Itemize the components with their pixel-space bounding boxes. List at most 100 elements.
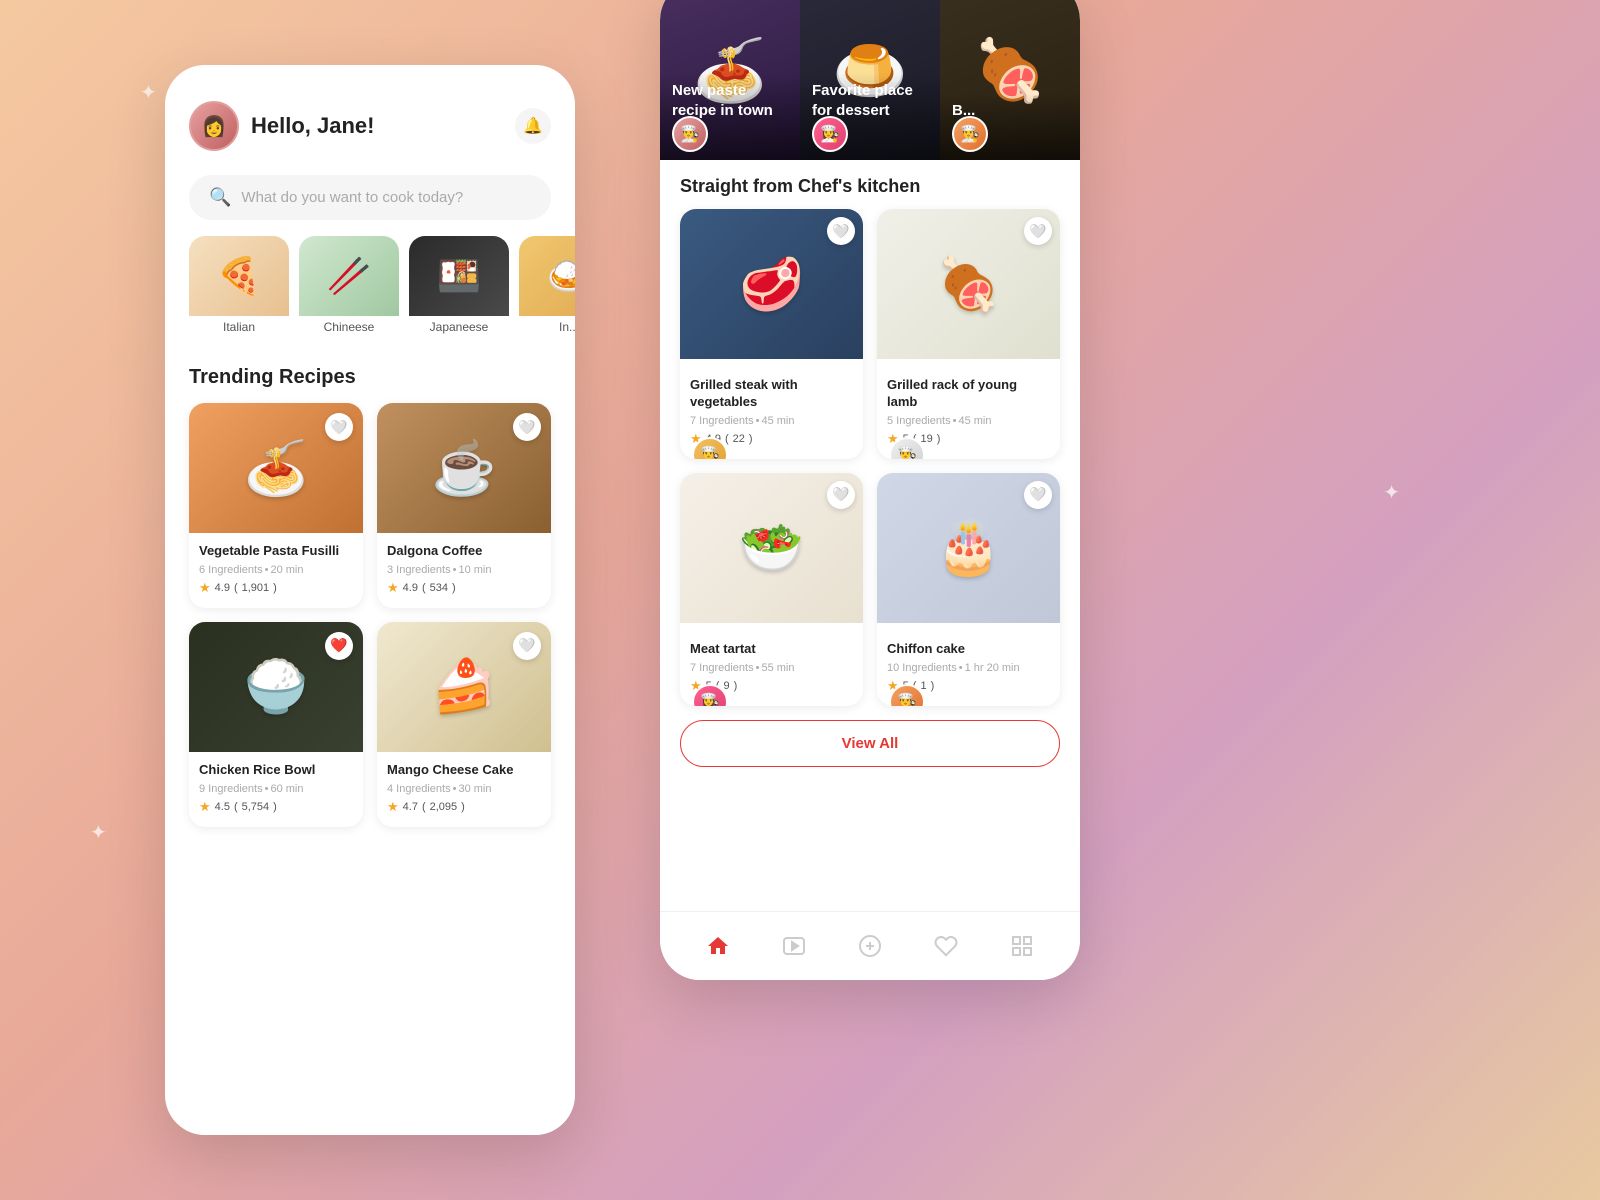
recipe-name-coffee: Dalgona Coffee (387, 543, 541, 560)
chef-recipe-meta-chiffon: 10 Ingredients•1 hr 20 min (887, 662, 1050, 674)
recipe-meta-cake: 4 Ingredients•30 min (387, 783, 541, 795)
story-card-1[interactable]: 🍝 New paste recipe in town 👨‍🍳 (660, 0, 800, 160)
recipe-name-pasta: Vegetable Pasta Fusilli (199, 543, 353, 560)
steak-emoji: 🥩 (739, 254, 804, 315)
greeting-text: Hello, Jane! (251, 113, 374, 139)
chef-recipe-chiffon[interactable]: 🎂 🤍 👨‍🍳 Chiffon cake 10 Ingredients•1 hr… (877, 473, 1060, 706)
story-avatar-2: 👩‍🍳 (812, 116, 848, 152)
story-title-2: Favorite place for dessert (812, 81, 928, 120)
recipe-rating-bowl: ★ 4.5 (5,754) (199, 799, 353, 815)
category-italian-label: Italian (189, 316, 289, 338)
chef-recipe-name-tartar: Meat tartat (690, 641, 853, 658)
favorite-btn-tartar[interactable]: 🤍 (827, 481, 855, 509)
category-indian-bg: 🍛 (519, 236, 575, 316)
nav-home[interactable] (698, 926, 738, 966)
recipe-meta-bowl: 9 Ingredients•60 min (199, 783, 353, 795)
bottom-nav (660, 911, 1080, 980)
nav-add[interactable] (850, 926, 890, 966)
sparkle-3: ✦ (1383, 480, 1400, 505)
chefs-title: Straight from Chef's kitchen (680, 160, 1060, 209)
nav-video[interactable] (774, 926, 814, 966)
heart-icon-chiffon: 🤍 (1029, 486, 1046, 503)
nav-favorites[interactable] (926, 926, 966, 966)
chef-recipe-steak[interactable]: 🥩 🤍 👨‍🍳 Grilled steak with vegetables 7 … (680, 209, 863, 459)
chef-recipe-name-chiffon: Chiffon cake (887, 641, 1050, 658)
chefs-section: Straight from Chef's kitchen 🥩 🤍 👨‍🍳 Gri… (660, 160, 1080, 767)
star-icon-bowl: ★ (199, 799, 211, 815)
left-phone: 👩 Hello, Jane! 🔔 🔍 What do you want to c… (165, 65, 575, 1135)
search-icon: 🔍 (209, 187, 231, 208)
categories-row: 🍕 Italian 🥢 Chineese 🍱 Japaneese 🍛 In... (165, 236, 575, 366)
recipe-card-bowl[interactable]: 🍚 ❤️ Chicken Rice Bowl 9 Ingredients•60 … (189, 622, 363, 827)
lamb-emoji: 🍖 (936, 254, 1001, 315)
trending-title: Trending Recipes (165, 366, 575, 403)
sparkle-1: ✦ (140, 80, 157, 105)
favorite-btn-chiffon[interactable]: 🤍 (1024, 481, 1052, 509)
category-japanese[interactable]: 🍱 Japaneese (409, 236, 509, 346)
sparkle-2: ✦ (90, 820, 107, 845)
recipe-meta-coffee: 3 Ingredients•10 min (387, 564, 541, 576)
chef-recipe-name-lamb: Grilled rack of young lamb (887, 377, 1050, 411)
favorite-btn-lamb[interactable]: 🤍 (1024, 217, 1052, 245)
favorite-btn-cake[interactable]: 🤍 (513, 632, 541, 660)
pasta-emoji: 🍝 (244, 438, 309, 499)
category-chinese[interactable]: 🥢 Chineese (299, 236, 399, 346)
chiffon-emoji: 🎂 (936, 517, 1001, 578)
story-avatar-3: 👨‍🍳 (952, 116, 988, 152)
favorite-btn-pasta[interactable]: 🤍 (325, 413, 353, 441)
category-indian[interactable]: 🍛 In... (519, 236, 575, 346)
star-icon-cake: ★ (387, 799, 399, 815)
recipe-rating-cake: ★ 4.7 (2,095) (387, 799, 541, 815)
favorite-btn-coffee[interactable]: 🤍 (513, 413, 541, 441)
category-japanese-label: Japaneese (409, 316, 509, 338)
recipe-info-pasta: Vegetable Pasta Fusilli 6 Ingredients•20… (189, 533, 363, 608)
chef-recipes-grid: 🥩 🤍 👨‍🍳 Grilled steak with vegetables 7 … (680, 209, 1060, 706)
recipe-meta-pasta: 6 Ingredients•20 min (199, 564, 353, 576)
recipe-card-coffee[interactable]: ☕ 🤍 Dalgona Coffee 3 Ingredients•10 min … (377, 403, 551, 608)
heart-icon-lamb: 🤍 (1029, 223, 1046, 240)
category-chinese-label: Chineese (299, 316, 399, 338)
heart-icon-bowl: ❤️ (330, 637, 347, 654)
chef-recipe-lamb[interactable]: 🍖 🤍 👨‍🍳 Grilled rack of young lamb 5 Ing… (877, 209, 1060, 459)
favorite-btn-bowl[interactable]: ❤️ (325, 632, 353, 660)
tartar-emoji: 🥗 (739, 517, 804, 578)
recipe-info-coffee: Dalgona Coffee 3 Ingredients•10 min ★ 4.… (377, 533, 551, 608)
search-bar[interactable]: 🔍 What do you want to cook today? (189, 175, 551, 220)
heart-icon-tartar: 🤍 (832, 486, 849, 503)
category-italian[interactable]: 🍕 Italian (189, 236, 289, 346)
stories-row: 🍝 New paste recipe in town 👨‍🍳 🍮 Favorit… (660, 0, 1080, 160)
heart-icon-pasta: 🤍 (330, 419, 347, 436)
recipe-info-cake: Mango Cheese Cake 4 Ingredients•30 min ★… (377, 752, 551, 827)
chef-recipe-name-steak: Grilled steak with vegetables (690, 377, 853, 411)
recipe-card-cake[interactable]: 🍰 🤍 Mango Cheese Cake 4 Ingredients•30 m… (377, 622, 551, 827)
trending-recipes-grid: 🍝 🤍 Vegetable Pasta Fusilli 6 Ingredient… (165, 403, 575, 827)
left-header: 👩 Hello, Jane! 🔔 (165, 65, 575, 167)
nav-menu[interactable] (1002, 926, 1042, 966)
heart-icon-steak: 🤍 (832, 223, 849, 240)
search-input-placeholder: What do you want to cook today? (241, 189, 463, 206)
category-chinese-bg: 🥢 (299, 236, 399, 316)
recipe-rating-coffee: ★ 4.9 (534) (387, 580, 541, 596)
view-all-button[interactable]: View All (680, 720, 1060, 767)
bowl-emoji: 🍚 (244, 656, 309, 717)
notification-bell[interactable]: 🔔 (515, 108, 551, 144)
chef-recipe-meta-lamb: 5 Ingredients•45 min (887, 415, 1050, 427)
recipe-rating-pasta: ★ 4.9 (1,901) (199, 580, 353, 596)
story-avatar-1: 👨‍🍳 (672, 116, 708, 152)
heart-icon-coffee: 🤍 (518, 419, 535, 436)
recipe-card-pasta[interactable]: 🍝 🤍 Vegetable Pasta Fusilli 6 Ingredient… (189, 403, 363, 608)
right-phone: 🍝 New paste recipe in town 👨‍🍳 🍮 Favorit… (660, 0, 1080, 980)
story-card-2[interactable]: 🍮 Favorite place for dessert 👩‍🍳 (800, 0, 940, 160)
heart-icon-cake: 🤍 (518, 637, 535, 654)
recipe-name-cake: Mango Cheese Cake (387, 762, 541, 779)
coffee-emoji: ☕ (432, 438, 497, 499)
chef-recipe-tartar[interactable]: 🥗 🤍 👩‍🍳 Meat tartat 7 Ingredients•55 min… (680, 473, 863, 706)
favorite-btn-steak[interactable]: 🤍 (827, 217, 855, 245)
chef-recipe-meta-steak: 7 Ingredients•45 min (690, 415, 853, 427)
recipe-name-bowl: Chicken Rice Bowl (199, 762, 353, 779)
story-card-3[interactable]: 🍖 B... 👨‍🍳 (940, 0, 1080, 160)
story-title-1: New paste recipe in town (672, 81, 788, 120)
recipe-info-bowl: Chicken Rice Bowl 9 Ingredients•60 min ★… (189, 752, 363, 827)
category-italian-bg: 🍕 (189, 236, 289, 316)
user-info: 👩 Hello, Jane! (189, 101, 374, 151)
